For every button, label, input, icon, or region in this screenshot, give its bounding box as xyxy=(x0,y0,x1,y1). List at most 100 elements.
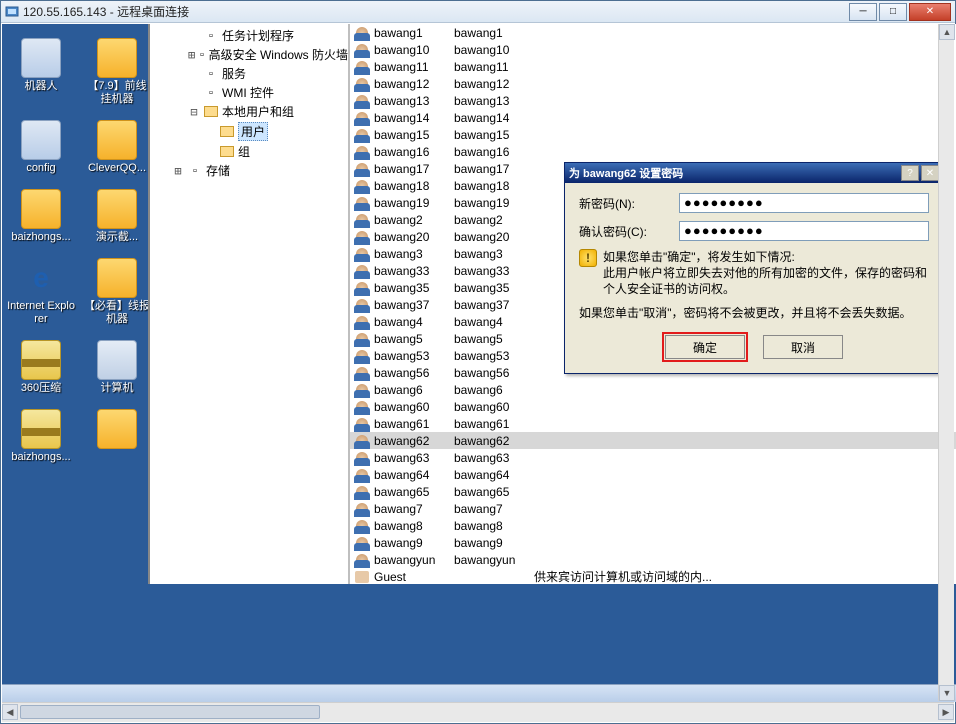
gear-icon xyxy=(21,120,61,160)
user-row[interactable]: bawang10bawang10 xyxy=(350,41,956,58)
user-fullname: bawang14 xyxy=(454,111,534,125)
user-fullname: bawang16 xyxy=(454,145,534,159)
user-icon xyxy=(354,366,370,380)
close-button[interactable]: ✕ xyxy=(909,3,951,21)
user-row[interactable]: bawang7bawang7 xyxy=(350,500,956,517)
user-name: bawang56 xyxy=(374,366,454,380)
tree-node-label: 任务计划程序 xyxy=(222,27,294,44)
user-row[interactable]: bawang12bawang12 xyxy=(350,75,956,92)
rdp-icon xyxy=(5,5,19,19)
user-row[interactable]: bawang13bawang13 xyxy=(350,92,956,109)
dialog-close-button[interactable]: ✕ xyxy=(921,165,939,181)
user-row[interactable]: bawang15bawang15 xyxy=(350,126,956,143)
desktop-icon[interactable]: 机器人 xyxy=(6,38,76,93)
remote-taskbar[interactable] xyxy=(2,684,956,702)
tree-node[interactable]: ▫任务计划程序 xyxy=(150,26,348,45)
user-row[interactable]: Guest供来宾访问计算机或访问域的内... xyxy=(350,568,956,584)
maximize-button[interactable]: □ xyxy=(879,3,907,21)
user-row[interactable]: bawang1bawang1 xyxy=(350,24,956,41)
fld-icon xyxy=(219,124,235,140)
desktop-icon[interactable]: config xyxy=(6,120,76,175)
scroll-down-button[interactable]: ▼ xyxy=(939,685,955,701)
user-row[interactable]: bawang63bawang63 xyxy=(350,449,956,466)
tree-node-label: 组 xyxy=(238,143,250,160)
user-row[interactable]: bawang6bawang6 xyxy=(350,381,956,398)
user-row[interactable]: bawang64bawang64 xyxy=(350,466,956,483)
user-row[interactable]: bawang60bawang60 xyxy=(350,398,956,415)
user-row[interactable]: bawang61bawang61 xyxy=(350,415,956,432)
scroll-right-button[interactable]: ▶ xyxy=(938,704,954,720)
desktop-icon[interactable]: baizhongs... xyxy=(6,189,76,244)
confirm-password-input[interactable] xyxy=(679,221,929,241)
tree-node[interactable]: 组 xyxy=(150,142,348,161)
user-row[interactable]: bawang9bawang9 xyxy=(350,534,956,551)
ok-button[interactable]: 确定 xyxy=(665,335,745,359)
desktop-icon[interactable]: CleverQQ... xyxy=(82,120,152,175)
dialog-titlebar[interactable]: 为 bawang62 设置密码 ? ✕ xyxy=(565,163,943,183)
user-row[interactable]: bawang65bawang65 xyxy=(350,483,956,500)
tree-node[interactable]: ⊞▫存储 xyxy=(150,161,348,180)
user-icon xyxy=(354,179,370,193)
user-fullname: bawang17 xyxy=(454,162,534,176)
folder-icon xyxy=(97,38,137,78)
desktop-icon[interactable]: baizhongs... xyxy=(6,409,76,464)
minimize-button[interactable]: ─ xyxy=(849,3,877,21)
user-icon xyxy=(354,264,370,278)
user-icon xyxy=(354,94,370,108)
rdp-titlebar[interactable]: 120.55.165.143 - 远程桌面连接 ─ □ ✕ xyxy=(1,1,955,23)
user-fullname: bawang10 xyxy=(454,43,534,57)
outer-scrollbar-vertical[interactable]: ▲ ▼ xyxy=(938,24,954,701)
tree-node[interactable]: ⊟本地用户和组 xyxy=(150,102,348,121)
tree-expander[interactable]: ⊞ xyxy=(172,164,184,178)
cancel-button[interactable]: 取消 xyxy=(763,335,843,359)
desktop-icon[interactable]: 360压缩 xyxy=(6,340,76,395)
user-fullname: bawang37 xyxy=(454,298,534,312)
tree-node[interactable]: ⊞▫高级安全 Windows 防火墙 xyxy=(150,45,348,64)
user-name: bawang61 xyxy=(374,417,454,431)
desktop-icon[interactable]: eInternet Explorer xyxy=(6,258,76,326)
desktop-icon[interactable]: 【7.9】前线挂机器 xyxy=(82,38,152,106)
user-row[interactable]: bawangyunbawangyun xyxy=(350,551,956,568)
dialog-help-button[interactable]: ? xyxy=(901,165,919,181)
desktop-icon[interactable]: 演示截... xyxy=(82,189,152,244)
tree-pane[interactable]: ▫任务计划程序⊞▫高级安全 Windows 防火墙▫服务▫WMI 控件⊟本地用户… xyxy=(150,24,350,584)
tree-expander[interactable]: ⊞ xyxy=(188,48,195,62)
user-name: bawang19 xyxy=(374,196,454,210)
scroll-up-button[interactable]: ▲ xyxy=(939,24,955,40)
desktop-icon-label: baizhongs... xyxy=(6,231,76,244)
new-password-input[interactable] xyxy=(679,193,929,213)
user-fullname: bawang5 xyxy=(454,332,534,346)
tree-node[interactable]: ▫WMI 控件 xyxy=(150,83,348,102)
user-icon xyxy=(354,43,370,57)
desktop-icon[interactable] xyxy=(82,409,152,451)
user-name: bawangyun xyxy=(374,553,454,567)
user-fullname: bawang8 xyxy=(454,519,534,533)
user-row[interactable]: bawang16bawang16 xyxy=(350,143,956,160)
scroll-left-button[interactable]: ◀ xyxy=(2,704,18,720)
user-name: bawang20 xyxy=(374,230,454,244)
user-fullname: bawang12 xyxy=(454,77,534,91)
user-icon xyxy=(354,417,370,431)
scroll-thumb[interactable] xyxy=(20,705,320,719)
user-row[interactable]: bawang14bawang14 xyxy=(350,109,956,126)
desktop-icon[interactable]: 计算机 xyxy=(82,340,152,395)
user-name: bawang53 xyxy=(374,349,454,363)
tree-expander[interactable]: ⊟ xyxy=(188,105,200,119)
user-row[interactable]: bawang8bawang8 xyxy=(350,517,956,534)
outer-scrollbar-horizontal[interactable]: ◀ ▶ xyxy=(2,702,954,722)
user-row[interactable]: bawang11bawang11 xyxy=(350,58,956,75)
user-name: bawang2 xyxy=(374,213,454,227)
user-name: bawang60 xyxy=(374,400,454,414)
user-row[interactable]: bawang62bawang62 xyxy=(350,432,956,449)
user-name: bawang65 xyxy=(374,485,454,499)
user-icon xyxy=(354,434,370,448)
tree-node[interactable]: 用户 xyxy=(150,121,348,142)
tree-node[interactable]: ▫服务 xyxy=(150,64,348,83)
user-name: bawang10 xyxy=(374,43,454,57)
folder-icon xyxy=(97,258,137,298)
desktop-icon[interactable]: 【必看】线报机器 xyxy=(82,258,152,326)
user-icon xyxy=(354,536,370,550)
user-name: bawang17 xyxy=(374,162,454,176)
user-fullname: bawang65 xyxy=(454,485,534,499)
desktop-icon-label: baizhongs... xyxy=(6,451,76,464)
